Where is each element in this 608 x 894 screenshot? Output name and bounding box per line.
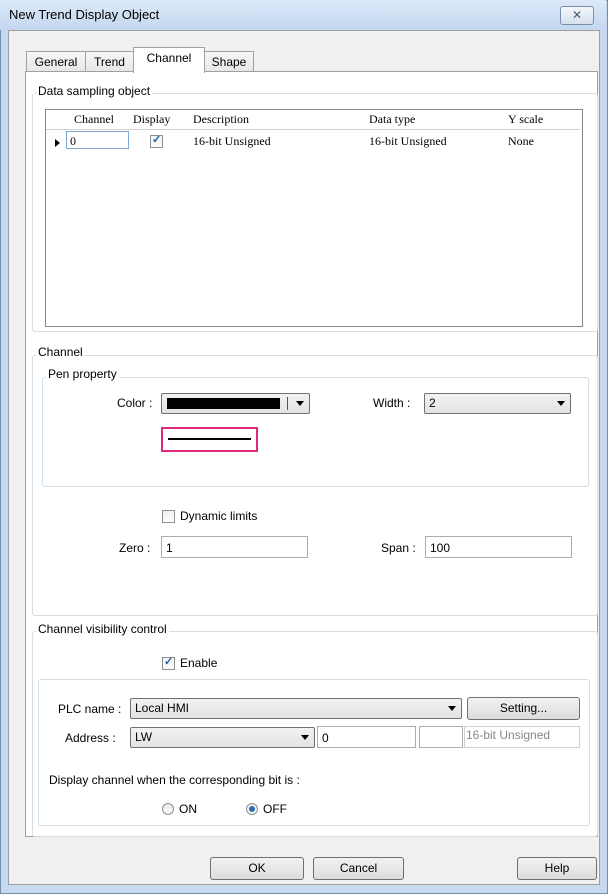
address-type-field: 16-bit Unsigned [464,726,580,748]
pen-property-label: Pen property [46,367,119,381]
visibility-group-label: Channel visibility control [36,622,169,636]
plc-name-label: PLC name : [58,702,122,716]
data-sampling-group-label: Data sampling object [36,84,153,98]
address-extra-field [419,726,463,748]
col-header-display: Display [133,112,171,126]
line-preview [161,427,258,452]
span-value: 100 [430,541,451,555]
row-channel-value: 0 [70,134,76,148]
color-label: Color : [117,396,153,410]
row-y-scale: None [508,134,534,148]
address-value: 0 [322,731,329,745]
tab-trend-label: Trend [94,55,125,69]
setting-button-label: Setting... [499,701,548,715]
off-radio-label: OFF [263,802,287,816]
check-icon: ✓ [152,134,162,146]
span-input[interactable]: 100 [425,536,572,558]
dialog-title: New Trend Display Object [9,7,160,22]
address-type-value: 16-bit Unsigned [466,728,551,742]
tab-channel[interactable]: Channel [133,47,205,73]
row-data-type: 16-bit Unsigned [369,134,447,148]
address-input[interactable]: 0 [317,726,416,748]
color-picker[interactable] [161,393,310,414]
off-radio[interactable] [246,803,258,815]
setting-button[interactable]: Setting... [467,697,580,720]
channel-group-label: Channel [36,345,85,359]
close-icon: ✕ [571,8,583,22]
help-button[interactable]: Help [517,857,597,880]
display-condition-label: Display channel when the corresponding b… [49,773,300,787]
width-label: Width : [373,396,411,410]
tab-shape[interactable]: Shape [204,51,254,72]
tab-general[interactable]: General [26,51,86,72]
radio-selected-dot [249,806,255,812]
cancel-button-label: Cancel [339,861,378,875]
row-selector-icon [55,139,60,147]
on-radio[interactable] [162,803,174,815]
dynamic-limits-label: Dynamic limits [180,509,258,523]
address-device-select[interactable]: LW [130,727,315,748]
tab-trend[interactable]: Trend [85,51,134,72]
check-icon: ✓ [164,656,174,668]
chevron-down-icon [448,706,456,711]
enable-label: Enable [180,656,218,670]
tab-channel-label: Channel [146,51,192,65]
cancel-button[interactable]: Cancel [313,857,404,880]
on-radio-label: ON [179,802,197,816]
row-description: 16-bit Unsigned [193,134,271,148]
color-swatch [167,398,280,409]
color-separator [287,397,288,410]
col-header-y-scale: Y scale [508,112,544,126]
zero-input[interactable]: 1 [161,536,308,558]
chevron-down-icon [557,401,565,406]
plc-name-value: Local HMI [135,701,190,715]
help-button-label: Help [544,861,570,875]
col-header-channel: Channel [74,112,114,126]
chevron-down-icon [296,401,304,406]
zero-value: 1 [166,541,173,555]
ok-button[interactable]: OK [210,857,304,880]
address-label: Address : [65,731,116,745]
title-bar[interactable]: New Trend Display Object ✕ [0,0,606,30]
ok-button-label: OK [248,861,266,875]
width-select[interactable]: 2 [424,393,571,414]
width-value: 2 [429,396,436,410]
grid-header [46,110,580,130]
address-device-value: LW [135,730,153,744]
zero-label: Zero : [119,541,151,555]
enable-checkbox[interactable]: ✓ [162,656,175,670]
dynamic-limits-checkbox[interactable] [162,510,175,523]
line-preview-stroke [168,438,251,440]
plc-name-select[interactable]: Local HMI [130,698,462,719]
span-label: Span : [381,541,416,555]
tab-shape-label: Shape [211,55,247,69]
row-display-checkbox[interactable]: ✓ [150,134,163,148]
col-header-data-type: Data type [369,112,416,126]
close-button[interactable]: ✕ [560,6,594,25]
chevron-down-icon [301,735,309,740]
tab-general-label: General [34,55,78,69]
col-header-description: Description [193,112,249,126]
